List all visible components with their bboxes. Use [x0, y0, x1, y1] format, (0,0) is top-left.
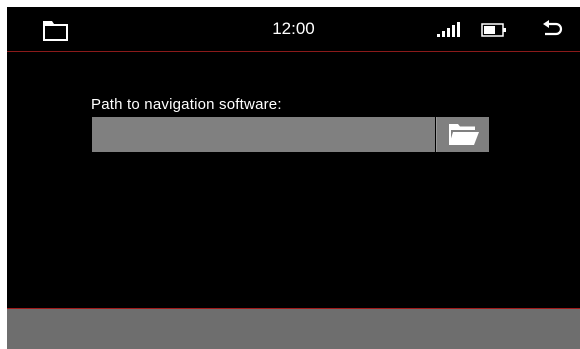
path-label: Path to navigation software: — [91, 96, 282, 113]
footer-bar — [7, 309, 580, 349]
signal-strength-icon — [437, 22, 461, 38]
path-input[interactable] — [92, 117, 435, 152]
status-bar: 12:00 — [7, 7, 580, 52]
head-unit-screen: 12:00 Path to navigation software: — [7, 7, 580, 349]
browse-folder-button[interactable] — [436, 117, 489, 152]
open-folder-icon — [449, 124, 479, 145]
back-arrow-icon[interactable] — [541, 20, 563, 40]
battery-icon — [481, 22, 507, 38]
main-panel: Path to navigation software: — [7, 52, 580, 308]
